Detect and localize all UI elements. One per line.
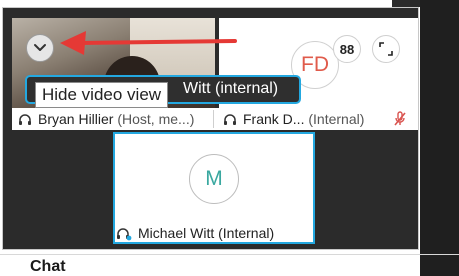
chat-header[interactable]: Chat (30, 257, 66, 276)
chat-separator (0, 254, 459, 255)
expand-button[interactable] (372, 35, 400, 63)
expand-icon (379, 42, 393, 56)
background-dark-strip (392, 0, 420, 7)
meeting-window: FD 88 Witt (internal) Hide video view Br… (0, 0, 459, 276)
red-arrow-annotation (60, 31, 237, 55)
participant-role-michael: (Internal) (218, 225, 275, 241)
chevron-down-icon (34, 44, 46, 51)
participant-name-frank: Frank D... (243, 111, 305, 127)
participant-name-bryan: Bryan Hillier (38, 111, 114, 127)
mic-off-icon (394, 111, 406, 126)
strip-divider (213, 110, 214, 128)
headset-icon (117, 228, 132, 241)
participant-role-frank: (Internal) (308, 111, 365, 127)
grid-icon: 88 (339, 41, 355, 57)
participant-label-bryan[interactable]: Bryan Hillier (Host, me...) (18, 109, 194, 129)
participant-label-frank[interactable]: Frank D... (Internal) (223, 109, 364, 129)
hide-video-view-button[interactable] (26, 34, 54, 62)
headset-icon (19, 114, 31, 126)
participant-label-michael: Michael Witt (Internal) (116, 223, 274, 243)
tooltip-hide-video-view: Hide video view (35, 82, 169, 108)
active-speaker-name: Witt (internal) (183, 80, 279, 97)
avatar-m: M (189, 154, 239, 204)
participant-role-bryan: (Host, me...) (117, 111, 195, 127)
headset-icon (224, 114, 236, 126)
participant-name-michael: Michael Witt (138, 225, 215, 241)
background-dark-region (420, 0, 459, 276)
gallery-grid-button[interactable]: 88 (333, 35, 361, 63)
